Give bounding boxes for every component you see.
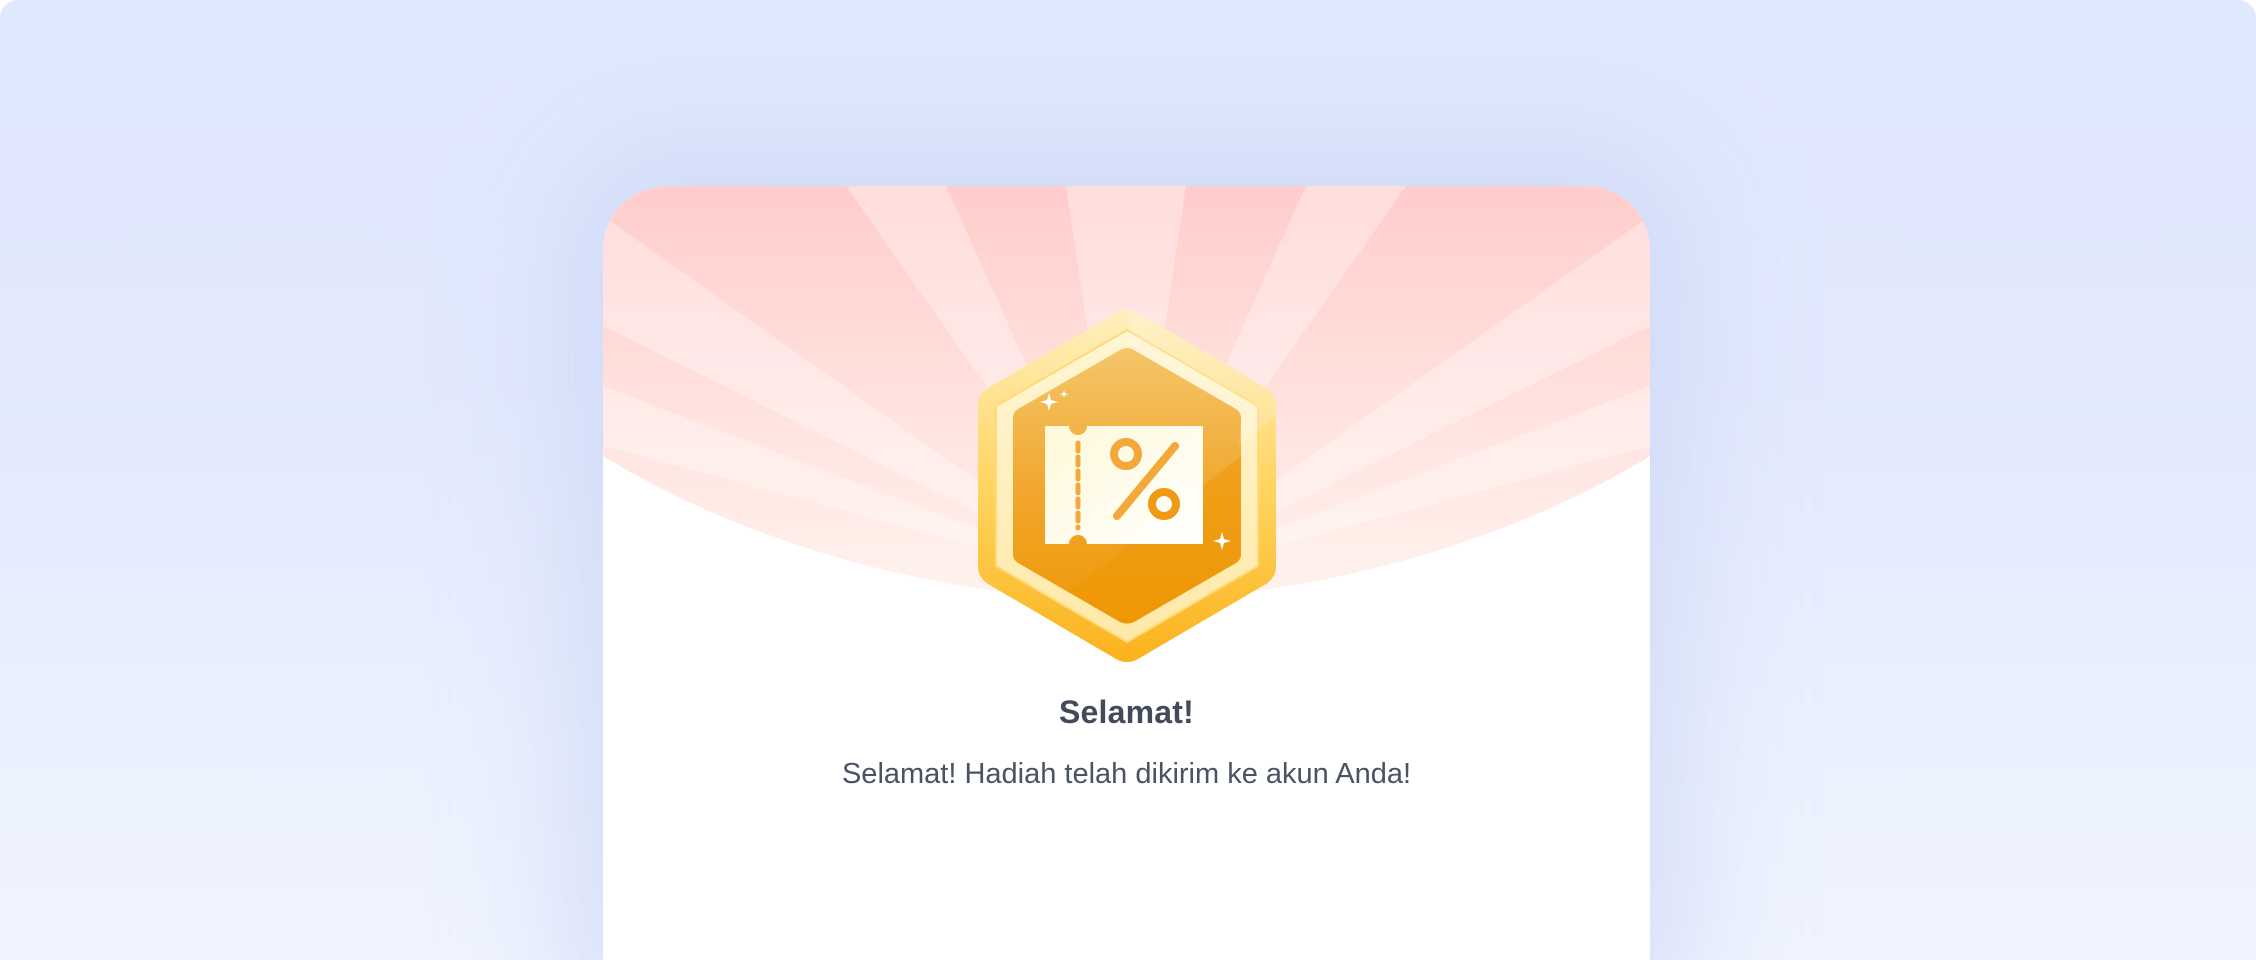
- percent-coupon-icon: [1045, 426, 1203, 544]
- page-background: Selamat!: [0, 0, 2256, 960]
- reward-dialog: Selamat!: [603, 186, 1650, 960]
- dialog-title: Selamat!: [1059, 694, 1194, 730]
- discount-voucher-badge-icon: [978, 310, 1276, 662]
- dialog-message: Selamat! Hadiah telah dikirim ke akun An…: [841, 758, 1412, 790]
